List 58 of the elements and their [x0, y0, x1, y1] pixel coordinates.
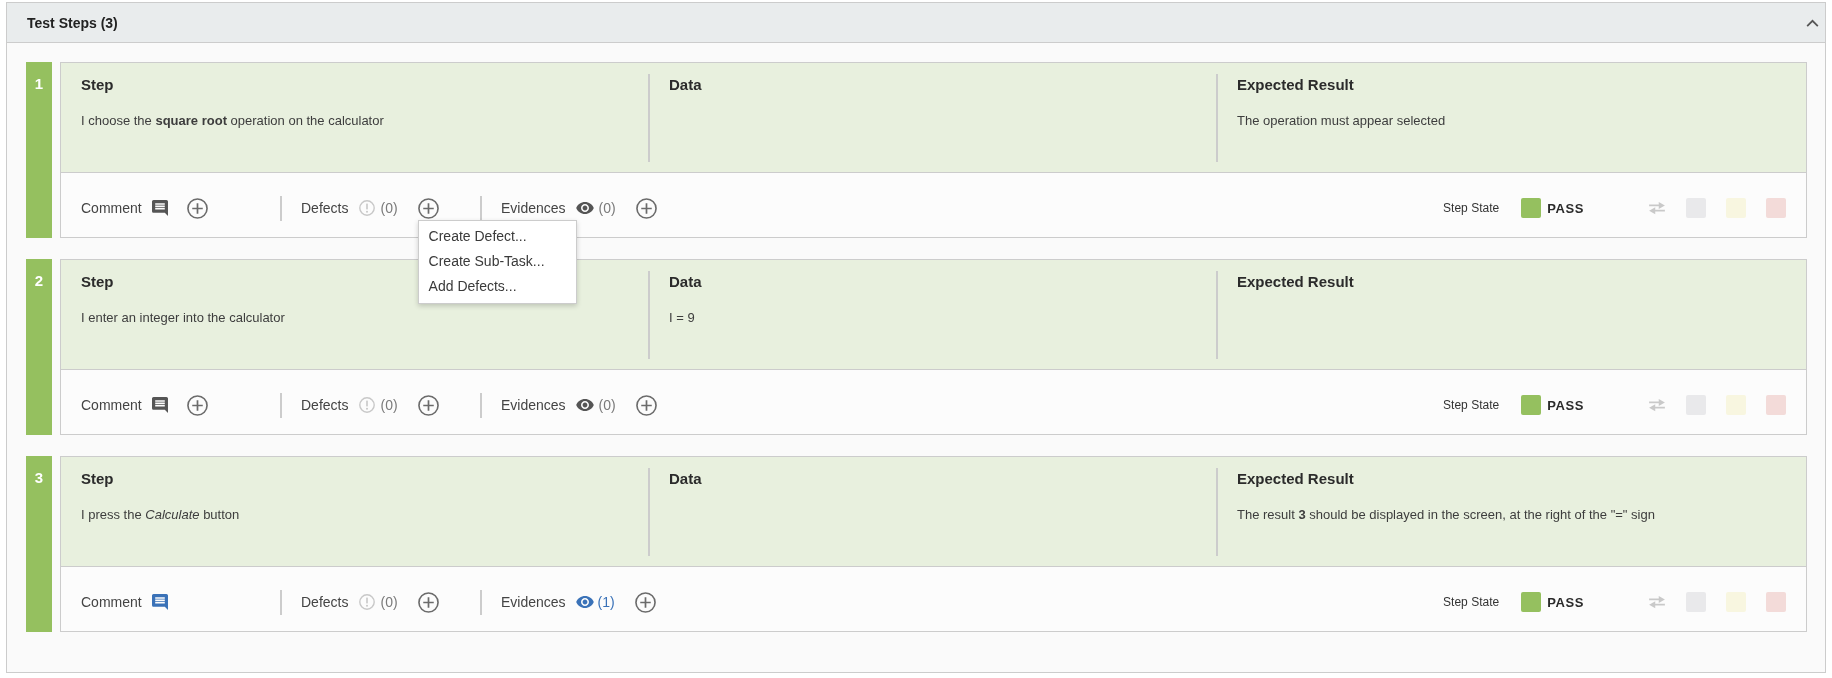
status-text: PASS — [1547, 397, 1584, 413]
defects-label: Defects — [301, 594, 349, 610]
column-heading: Expected Result — [1237, 76, 1354, 94]
add-icon[interactable] — [635, 197, 657, 219]
step-state-label: Step State — [1443, 398, 1500, 412]
menu-item[interactable]: Create Sub-Task... — [418, 248, 576, 274]
defects-count: (0) — [380, 594, 398, 610]
comment-icon[interactable] — [151, 397, 168, 413]
add-icon[interactable] — [417, 197, 439, 219]
add-icon[interactable] — [417, 394, 439, 416]
comment-label: Comment — [81, 200, 142, 216]
exclamation-icon — [359, 200, 376, 216]
comment-icon[interactable] — [151, 594, 168, 610]
add-icon[interactable] — [417, 591, 439, 613]
defects-count: (0) — [380, 397, 398, 413]
exclamation-icon — [359, 397, 376, 413]
column-heading: Data — [669, 273, 702, 291]
defects-count: (0) — [380, 200, 398, 216]
step-description: I choose the square root operation on the calculator — [81, 113, 384, 129]
column-heading: Data — [669, 76, 702, 94]
add-icon[interactable] — [635, 394, 657, 416]
comment-icon[interactable] — [151, 200, 168, 216]
evidences-count: (0) — [598, 200, 616, 216]
add-icon[interactable] — [634, 591, 656, 613]
add-icon[interactable] — [186, 197, 208, 219]
add-icon[interactable] — [186, 394, 208, 416]
step-number: 1 — [26, 62, 52, 238]
evidences-count: (1) — [597, 594, 615, 610]
step-number: 3 — [26, 456, 52, 632]
column-heading: Data — [669, 470, 702, 488]
panel-title: Test Steps (3) — [27, 14, 118, 31]
step-number: 2 — [26, 259, 52, 435]
status-text: PASS — [1547, 200, 1584, 216]
evidences-count: (0) — [598, 397, 616, 413]
step-description: I enter an integer into the calculator — [81, 310, 285, 326]
step-state-label: Step State — [1443, 201, 1500, 215]
defects-label: Defects — [301, 397, 349, 413]
menu-item[interactable]: Add Defects... — [418, 273, 576, 299]
comment-label: Comment — [81, 594, 142, 610]
column-heading: Expected Result — [1237, 273, 1354, 291]
comment-label: Comment — [81, 397, 142, 413]
test-data: I = 9 — [669, 310, 695, 326]
status-text: PASS — [1547, 594, 1584, 610]
step-state-label: Step State — [1443, 595, 1500, 609]
column-heading: Step — [81, 470, 114, 488]
column-heading: Step — [81, 273, 114, 291]
menu-item[interactable]: Create Defect... — [418, 223, 576, 249]
chevron-up-icon[interactable] — [1806, 18, 1819, 27]
evidences-label: Evidences — [501, 594, 566, 610]
expected-result: The operation must appear selected — [1237, 113, 1446, 129]
evidences-label: Evidences — [501, 397, 566, 413]
step-description: I press the Calculate button — [81, 507, 240, 523]
defects-label: Defects — [301, 200, 349, 216]
expected-result: The result 3 should be displayed in the screen, at the right of the "=" sign — [1237, 507, 1655, 523]
evidences-label: Evidences — [501, 200, 566, 216]
column-heading: Step — [81, 76, 114, 94]
exclamation-icon — [359, 594, 376, 610]
column-heading: Expected Result — [1237, 470, 1354, 488]
